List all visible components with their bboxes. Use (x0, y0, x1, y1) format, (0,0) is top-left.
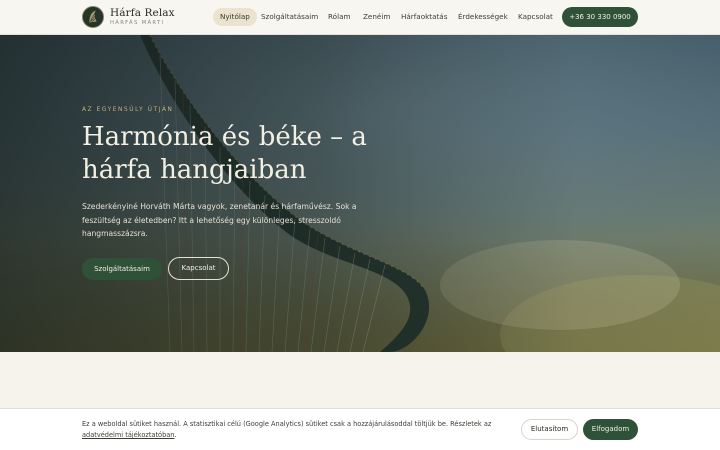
privacy-policy-link[interactable]: adatvédelmi tájékoztatóban (82, 431, 174, 439)
hero-eyebrow: AZ EGYENSÚLY ÚTJÁN (82, 107, 174, 113)
nav-item-services[interactable]: Szolgáltatásaim (261, 8, 318, 26)
hero-title: Harmónia és béke – a hárfa hangjaiban (82, 122, 367, 185)
nav-item-home[interactable]: Nyitólap (213, 8, 257, 26)
brand-title[interactable]: Hárfa Relax (110, 7, 175, 19)
nav-item-music[interactable]: Zenéim (363, 8, 390, 26)
cookie-message: Ez a weboldal sütiket használ. A statisz… (82, 419, 502, 441)
site-header: Hárfa Relax HÁRFÁS MÁRTI Nyitólap Szolgá… (0, 0, 720, 35)
nav-item-curiosities[interactable]: Érdekességek (458, 8, 508, 26)
phone-button[interactable]: +36 30 330 0900 (562, 7, 638, 27)
cookie-text: Ez a weboldal sütiket használ. A statisz… (82, 420, 492, 428)
hero-section: AZ EGYENSÚLY ÚTJÁN Harmónia és béke – a … (0, 35, 720, 352)
harp-logo-icon[interactable] (82, 6, 104, 28)
hero-description: Szederkényiné Horváth Márta vagyok, zene… (82, 202, 357, 238)
hero-overlay (0, 35, 720, 352)
contact-button[interactable]: Kapcsolat (168, 257, 229, 280)
brand-subtitle: HÁRFÁS MÁRTI (110, 20, 165, 26)
cookie-text-end: . (174, 431, 177, 439)
nav-item-about[interactable]: Rólam (328, 8, 350, 26)
cookie-banner: Ez a weboldal sütiket használ. A statisz… (0, 408, 720, 450)
nav-item-contact[interactable]: Kapcsolat (518, 8, 553, 26)
services-button[interactable]: Szolgáltatásaim (82, 258, 162, 280)
accept-cookies-button[interactable]: Elfogadom (583, 419, 638, 440)
reject-cookies-button[interactable]: Elutasítom (521, 419, 578, 440)
nav-item-harp-lessons[interactable]: Hárfaoktatás (401, 8, 447, 26)
